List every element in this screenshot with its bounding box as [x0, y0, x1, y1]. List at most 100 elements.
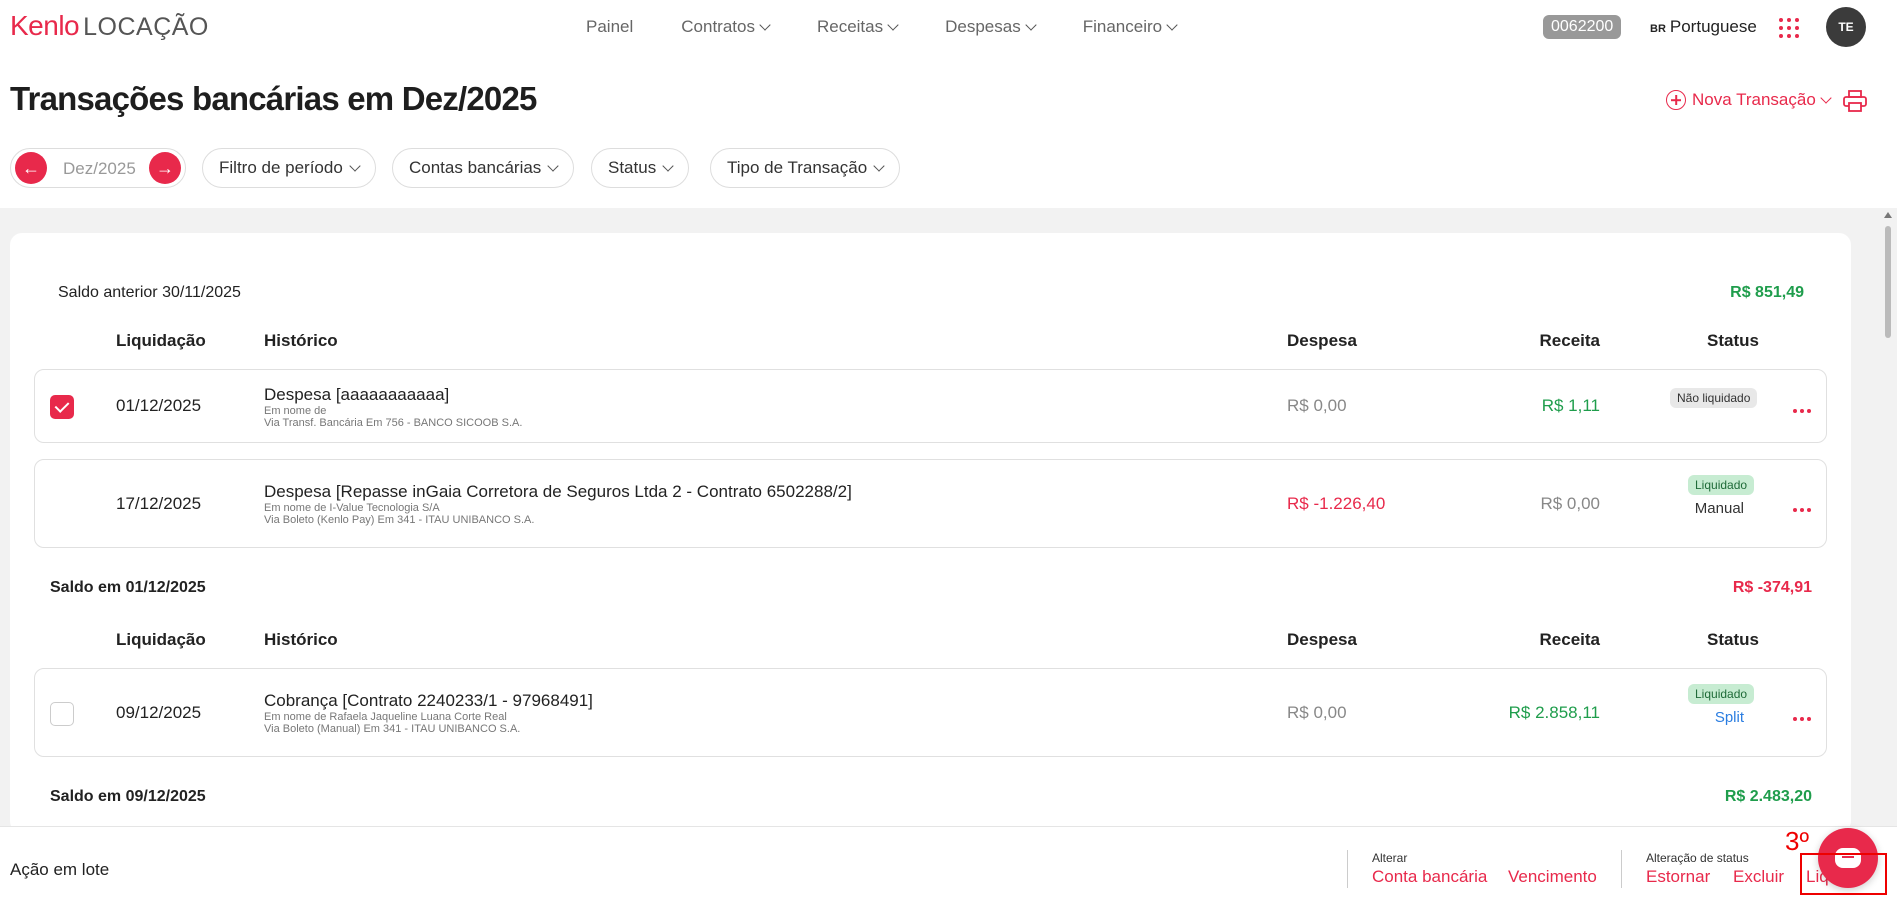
- previous-month-button[interactable]: ←: [15, 152, 47, 184]
- row-receita: R$ 1,11: [1541, 396, 1600, 415]
- history-title: Despesa [Repasse inGaia Corretora de Seg…: [264, 482, 852, 501]
- saldo-label: Saldo em 09/12/2025: [50, 788, 206, 805]
- nav-label: Painel: [586, 17, 634, 36]
- apps-grid-icon[interactable]: [1779, 18, 1799, 38]
- reverse-button[interactable]: Estornar: [1646, 867, 1710, 887]
- divider: [1621, 850, 1622, 888]
- page-title: Transações bancárias em Dez/2025: [10, 80, 537, 117]
- row-history: Despesa [Repasse inGaia Corretora de Seg…: [264, 482, 1084, 526]
- status-change-label: Alteração de status: [1646, 851, 1749, 865]
- status-badge: Não liquidado: [1670, 388, 1758, 408]
- chevron-down-icon: [662, 160, 674, 172]
- scrollbar[interactable]: [1883, 210, 1893, 826]
- status-badge: Liquidado: [1688, 684, 1755, 704]
- logo-brand: Kenlo: [10, 10, 80, 41]
- table-row[interactable]: 09/12/2025 Cobrança [Contrato 2240233/1 …: [34, 668, 1827, 757]
- filter-label: Tipo de Transação: [727, 158, 868, 177]
- filter-label: Filtro de período: [219, 158, 343, 177]
- row-receita: R$ 2.858,11: [1508, 703, 1600, 722]
- more-actions-icon[interactable]: [1793, 409, 1811, 413]
- col-header-receita[interactable]: Receita: [1450, 630, 1600, 650]
- chevron-down-icon: [873, 160, 885, 172]
- scrollbar-thumb[interactable]: [1885, 226, 1891, 338]
- change-bank-account-button[interactable]: Conta bancária: [1372, 867, 1487, 887]
- logo-product: LOCAÇÃO: [83, 13, 209, 41]
- status-mode: Manual: [1694, 500, 1744, 517]
- language-label: Portuguese: [1669, 17, 1757, 36]
- nav-painel[interactable]: Painel: [586, 17, 633, 37]
- table-row[interactable]: 01/12/2025 Despesa [aaaaaaaaaaa] Em nome…: [34, 369, 1827, 443]
- account-code-badge[interactable]: 0062200: [1543, 15, 1622, 39]
- saldo-value: R$ 851,49: [1730, 284, 1804, 301]
- filter-label: Contas bancárias: [409, 158, 542, 177]
- history-method: Via Transf. Bancária Em 756 - BANCO SICO…: [264, 417, 523, 429]
- row-date: 09/12/2025: [116, 703, 202, 722]
- row-date: 01/12/2025: [116, 396, 202, 415]
- user-avatar[interactable]: TE: [1826, 7, 1866, 47]
- history-party: Em nome de: [264, 405, 327, 417]
- nav-despesas[interactable]: Despesas: [945, 17, 1037, 37]
- col-header-liquidacao[interactable]: Liquidação: [116, 331, 206, 351]
- more-actions-icon[interactable]: [1793, 717, 1811, 721]
- history-party: Em nome de I-Value Tecnologia S/A: [264, 502, 440, 514]
- col-header-despesa[interactable]: Despesa: [1287, 331, 1357, 351]
- col-header-receita[interactable]: Receita: [1450, 331, 1600, 351]
- flag-icon: BR: [1650, 23, 1666, 35]
- new-transaction-button[interactable]: Nova Transação: [1666, 90, 1832, 110]
- scroll-up-arrow-icon[interactable]: [1884, 212, 1892, 218]
- nav-label: Receitas: [816, 17, 884, 36]
- delete-button[interactable]: Excluir: [1733, 867, 1784, 887]
- row-receita: R$ 0,00: [1540, 494, 1600, 513]
- nav-financeiro[interactable]: Financeiro: [1082, 17, 1178, 37]
- row-checkbox[interactable]: [50, 702, 74, 726]
- plus-circle-icon: [1666, 90, 1686, 110]
- divider: [1347, 850, 1348, 888]
- col-header-status[interactable]: Status: [1707, 630, 1759, 650]
- split-link[interactable]: Split: [1629, 709, 1744, 726]
- history-party: Em nome de Rafaela Jaqueline Luana Corte…: [264, 711, 507, 723]
- print-icon[interactable]: [1843, 90, 1867, 112]
- table-row[interactable]: 17/12/2025 Despesa [Repasse inGaia Corre…: [34, 459, 1827, 548]
- chevron-down-icon: [887, 19, 899, 31]
- new-transaction-label: Nova Transação: [1692, 90, 1816, 109]
- history-method: Via Boleto (Manual) Em 341 - ITAU UNIBAN…: [264, 723, 521, 735]
- row-despesa: R$ -1.226,40: [1287, 494, 1386, 513]
- chevron-down-icon: [547, 160, 559, 172]
- col-header-historico[interactable]: Histórico: [264, 630, 338, 650]
- nav-receitas[interactable]: Receitas: [816, 17, 899, 37]
- saldo-label: Saldo anterior 30/11/2025: [58, 284, 241, 301]
- more-actions-icon[interactable]: [1793, 508, 1811, 512]
- status-dropdown[interactable]: Status: [591, 148, 690, 188]
- period-filter-dropdown[interactable]: Filtro de período: [202, 148, 376, 188]
- col-header-despesa[interactable]: Despesa: [1287, 630, 1357, 650]
- period-value: Dez/2025: [63, 159, 136, 178]
- next-month-button[interactable]: →: [149, 152, 181, 184]
- row-despesa: R$ 0,00: [1287, 396, 1347, 415]
- batch-action-label: Ação em lote: [10, 860, 110, 879]
- batch-action-bar: Ação em lote Alterar Conta bancária Venc…: [0, 826, 1897, 905]
- kenlo-logo[interactable]: Kenlo LOCAÇÃO: [10, 10, 209, 42]
- row-despesa: R$ 0,00: [1287, 703, 1347, 722]
- saldo-value: R$ 2.483,20: [1724, 788, 1812, 805]
- col-header-liquidacao[interactable]: Liquidação: [116, 630, 206, 650]
- row-checkbox[interactable]: [50, 395, 74, 419]
- nav-label: Financeiro: [1082, 17, 1163, 36]
- transaction-type-dropdown[interactable]: Tipo de Transação: [710, 148, 901, 188]
- chevron-down-icon: [759, 19, 771, 31]
- annotation-highlight-box: [1800, 853, 1887, 895]
- saldo-label: Saldo em 01/12/2025: [50, 579, 206, 596]
- row-history: Despesa [aaaaaaaaaaa] Em nome de Via Tra…: [264, 385, 1064, 429]
- status-badge: Liquidado: [1688, 475, 1755, 495]
- row-date: 17/12/2025: [116, 494, 202, 513]
- change-due-date-button[interactable]: Vencimento: [1508, 867, 1597, 887]
- nav-label: Despesas: [945, 17, 1021, 36]
- col-header-historico[interactable]: Histórico: [264, 331, 338, 351]
- filter-label: Status: [608, 158, 657, 177]
- arrow-left-icon: ←: [22, 157, 40, 178]
- nav-contratos[interactable]: Contratos: [681, 17, 771, 37]
- top-navbar: Kenlo LOCAÇÃO Painel Contratos Receitas D…: [0, 0, 1897, 56]
- language-selector[interactable]: BR Portuguese: [1650, 17, 1757, 37]
- bank-accounts-dropdown[interactable]: Contas bancárias: [392, 148, 575, 188]
- col-header-status[interactable]: Status: [1707, 331, 1759, 351]
- period-navigator: ← Dez/2025 →: [10, 148, 186, 188]
